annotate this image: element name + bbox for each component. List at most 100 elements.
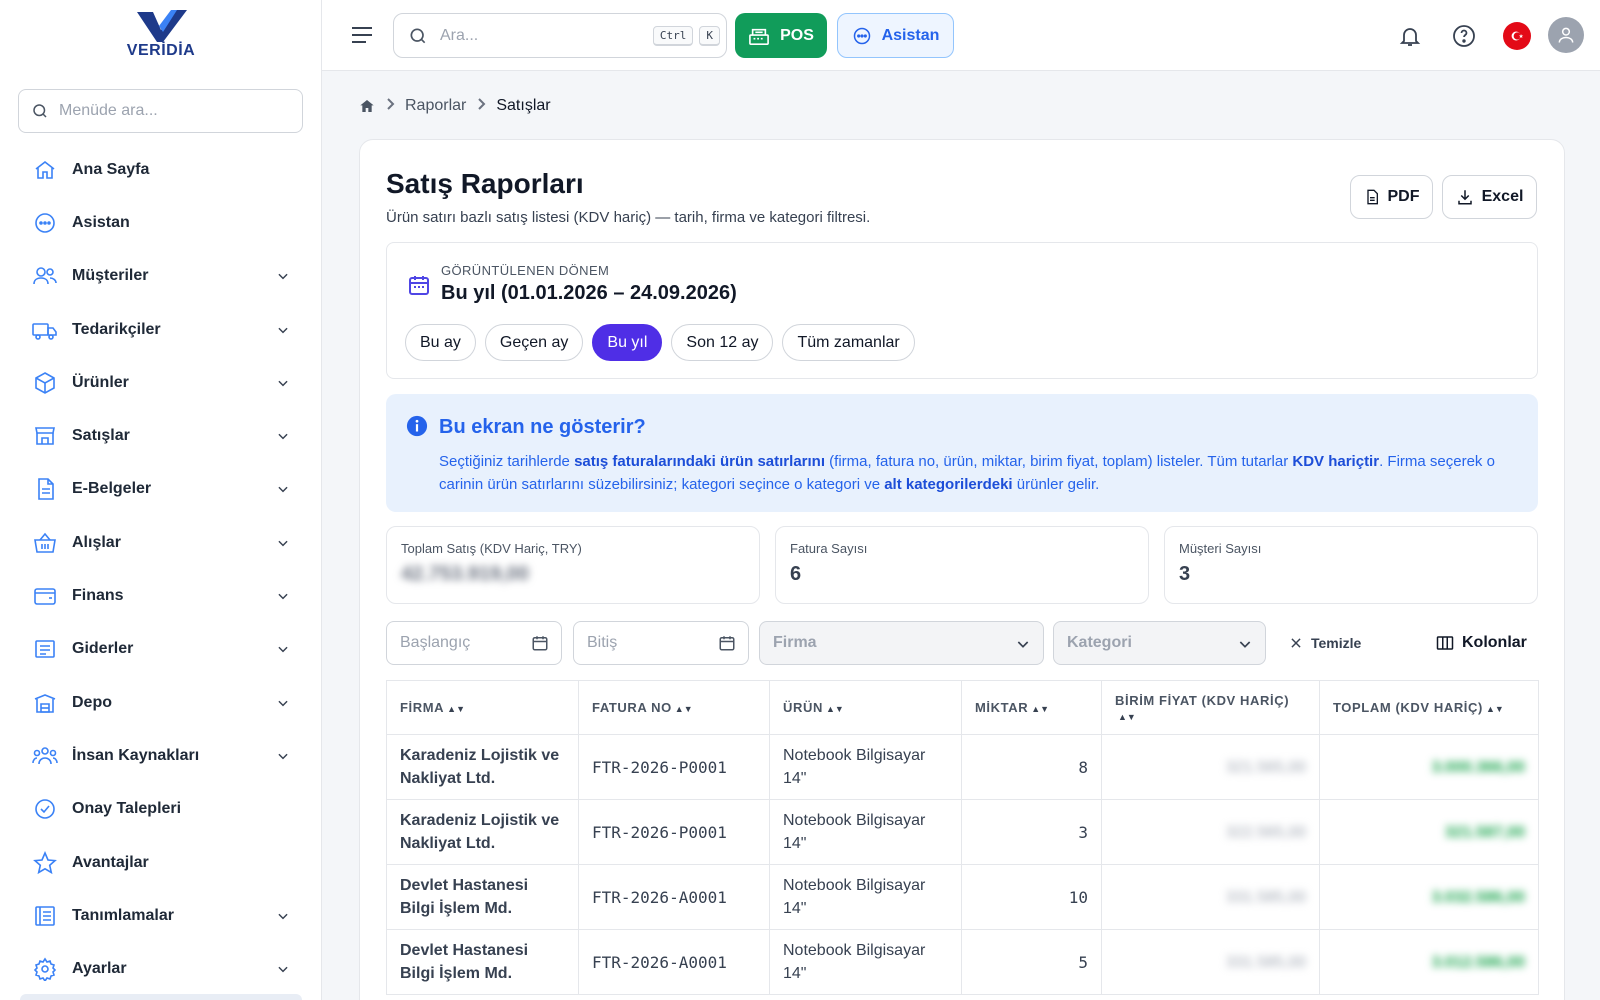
table-row[interactable]: Devlet Hastanesi Bilgi İşlem Md. FTR-202… <box>386 864 1539 930</box>
column-header-miktar[interactable]: MİKTAR ▲▼ <box>961 680 1102 735</box>
period-value: Bu yıl (01.01.2026 – 24.09.2026) <box>441 282 737 304</box>
chevron-right-icon <box>385 97 395 115</box>
cell-value: 3.012.586,00 <box>1431 953 1525 971</box>
columns-button[interactable]: Kolonlar <box>1436 621 1527 665</box>
cell-value: 321.587,00 <box>1444 823 1525 841</box>
period-panel: GÖRÜNTÜLENEN DÖNEM Bu yıl (01.01.2026 – … <box>386 242 1538 379</box>
firm-select[interactable]: Firma <box>759 621 1044 665</box>
home-icon <box>32 157 58 183</box>
sidebar-item-label: Depo <box>72 693 112 711</box>
sidebar-item-tanimlamalar[interactable]: Tanımlamalar <box>20 889 310 942</box>
cell-miktar: 3 <box>961 799 1102 865</box>
sidebar-item-e-belgeler[interactable]: E-Belgeler <box>20 463 310 516</box>
period-chip-all-time[interactable]: Tüm zamanlar <box>782 324 915 361</box>
sort-icon[interactable]: ▲▼ <box>1486 704 1504 714</box>
sort-icon[interactable]: ▲▼ <box>675 704 693 714</box>
sidebar-item-asistan[interactable]: Asistan <box>20 196 310 249</box>
table-row[interactable]: Karadeniz Lojistik ve Nakliyat Ltd. FTR-… <box>386 799 1539 865</box>
stat-total-sales: Toplam Satış (KDV Hariç, TRY) 42.753.919… <box>386 526 760 604</box>
chevron-right-icon <box>476 97 486 115</box>
sort-icon[interactable]: ▲▼ <box>826 704 844 714</box>
export-excel-button[interactable]: Excel <box>1442 175 1537 219</box>
sidebar-item-label: E-Belgeler <box>72 480 152 498</box>
table-row[interactable]: Devlet Hastanesi Bilgi İşlem Md. FTR-202… <box>386 929 1539 995</box>
sort-icon[interactable]: ▲▼ <box>447 704 465 714</box>
column-header-fatura-no[interactable]: FATURA NO ▲▼ <box>578 680 770 735</box>
topbar: Ara... Ctrl K POS Asistan <box>322 0 1600 71</box>
sidebar-item-label: Finans <box>72 587 124 605</box>
period-chip-this-month[interactable]: Bu ay <box>405 324 476 361</box>
sidebar-item-tedarikciler[interactable]: Tedarikçiler <box>20 303 310 356</box>
menu-toggle-icon[interactable] <box>350 24 374 51</box>
calendar-icon[interactable] <box>718 634 736 652</box>
wallet-icon <box>32 583 58 609</box>
basket-icon <box>32 530 58 556</box>
period-chip-last-12-months[interactable]: Son 12 ay <box>671 324 774 361</box>
column-header-urun[interactable]: ÜRÜN ▲▼ <box>769 680 962 735</box>
calendar-icon[interactable] <box>531 634 549 652</box>
cell-miktar: 10 <box>961 864 1102 930</box>
cell-urun: Notebook Bilgisayar 14" <box>769 799 962 865</box>
sidebar-item-label: Onay Talepleri <box>72 800 182 818</box>
bell-icon[interactable] <box>1396 22 1424 50</box>
cell-fatura-no: FTR-2026-A0001 <box>578 929 770 995</box>
sidebar-item-onay-talepleri[interactable]: Onay Talepleri <box>20 783 310 836</box>
users-icon <box>32 263 58 289</box>
language-flag-icon[interactable] <box>1503 22 1531 50</box>
column-header-label: MİKTAR <box>975 700 1029 715</box>
category-select[interactable]: Kategori <box>1053 621 1266 665</box>
sidebar-item-giderler[interactable]: Giderler <box>20 623 310 676</box>
assistant-button[interactable]: Asistan <box>837 13 954 58</box>
period-chip-this-year[interactable]: Bu yıl <box>592 324 663 361</box>
sidebar-next-item[interactable] <box>20 994 302 1000</box>
chat-icon <box>32 210 58 236</box>
sidebar-item-finans[interactable]: Finans <box>20 569 310 622</box>
assistant-button-label: Asistan <box>881 26 940 44</box>
sidebar-item-ayarlar[interactable]: Ayarlar <box>20 942 310 995</box>
sidebar-item-urunler[interactable]: Ürünler <box>20 356 310 409</box>
user-avatar-icon[interactable] <box>1548 17 1584 53</box>
cell-firma: Karadeniz Lojistik ve Nakliyat Ltd. <box>386 734 579 800</box>
clear-filters-button[interactable]: Temizle <box>1289 621 1361 665</box>
document-icon <box>32 476 58 502</box>
chevron-down-icon <box>278 540 288 547</box>
start-date-field[interactable]: Başlangıç <box>386 621 562 665</box>
table-row[interactable]: Karadeniz Lojistik ve Nakliyat Ltd. FTR-… <box>386 734 1539 800</box>
cell-birim-fiyat: 331.585,00 <box>1101 929 1320 995</box>
sort-icon[interactable]: ▲▼ <box>1031 704 1049 714</box>
close-icon <box>1291 638 1301 648</box>
export-pdf-button[interactable]: PDF <box>1350 175 1433 219</box>
sidebar-search-input[interactable]: Menüde ara... <box>18 89 303 133</box>
breadcrumb-current: Satışlar <box>496 97 551 114</box>
columns-label: Kolonlar <box>1462 634 1527 651</box>
chevron-down-icon <box>1239 641 1251 648</box>
warehouse-icon <box>32 690 58 716</box>
sidebar-item-insan-kaynaklari[interactable]: İnsan Kaynakları <box>20 729 310 782</box>
sidebar-item-musteriler[interactable]: Müşteriler <box>20 250 310 303</box>
column-header-birim-fiyat[interactable]: BİRİM FİYAT (KDV HARİÇ) ▲▼ <box>1101 680 1320 735</box>
sidebar-item-ana-sayfa[interactable]: Ana Sayfa <box>20 143 310 196</box>
breadcrumb: Raporlar Satışlar <box>359 97 551 115</box>
cell-value: 321.565,00 <box>1225 758 1306 776</box>
cell-value: 331.585,00 <box>1225 953 1306 971</box>
stat-value: 42.753.919,00 <box>401 563 529 585</box>
global-search-input[interactable]: Ara... Ctrl K <box>393 13 727 58</box>
help-icon[interactable] <box>1450 22 1478 50</box>
home-icon[interactable] <box>359 98 375 114</box>
sort-icon[interactable]: ▲▼ <box>1118 712 1136 722</box>
sidebar-item-alislar[interactable]: Alışlar <box>20 516 310 569</box>
brand-logo[interactable]: VERİDİA <box>0 8 322 66</box>
sidebar-item-depo[interactable]: Depo <box>20 676 310 729</box>
pos-button[interactable]: POS <box>735 13 827 58</box>
info-emphasis: satış faturalarındaki ürün satırlarını <box>574 453 825 470</box>
chevron-down-icon <box>278 273 288 280</box>
end-date-field[interactable]: Bitiş <box>573 621 749 665</box>
sidebar-item-satislar[interactable]: Satışlar <box>20 409 310 462</box>
column-header-firma[interactable]: FİRMA ▲▼ <box>386 680 579 735</box>
chevron-down-icon <box>1017 641 1029 648</box>
column-header-toplam[interactable]: TOPLAM (KDV HARİÇ) ▲▼ <box>1319 680 1539 735</box>
period-chip-last-month[interactable]: Geçen ay <box>484 324 584 361</box>
breadcrumb-reports[interactable]: Raporlar <box>405 97 466 115</box>
sidebar-item-avantajlar[interactable]: Avantajlar <box>20 836 310 889</box>
period-kicker: GÖRÜNTÜLENEN DÖNEM <box>441 263 610 278</box>
